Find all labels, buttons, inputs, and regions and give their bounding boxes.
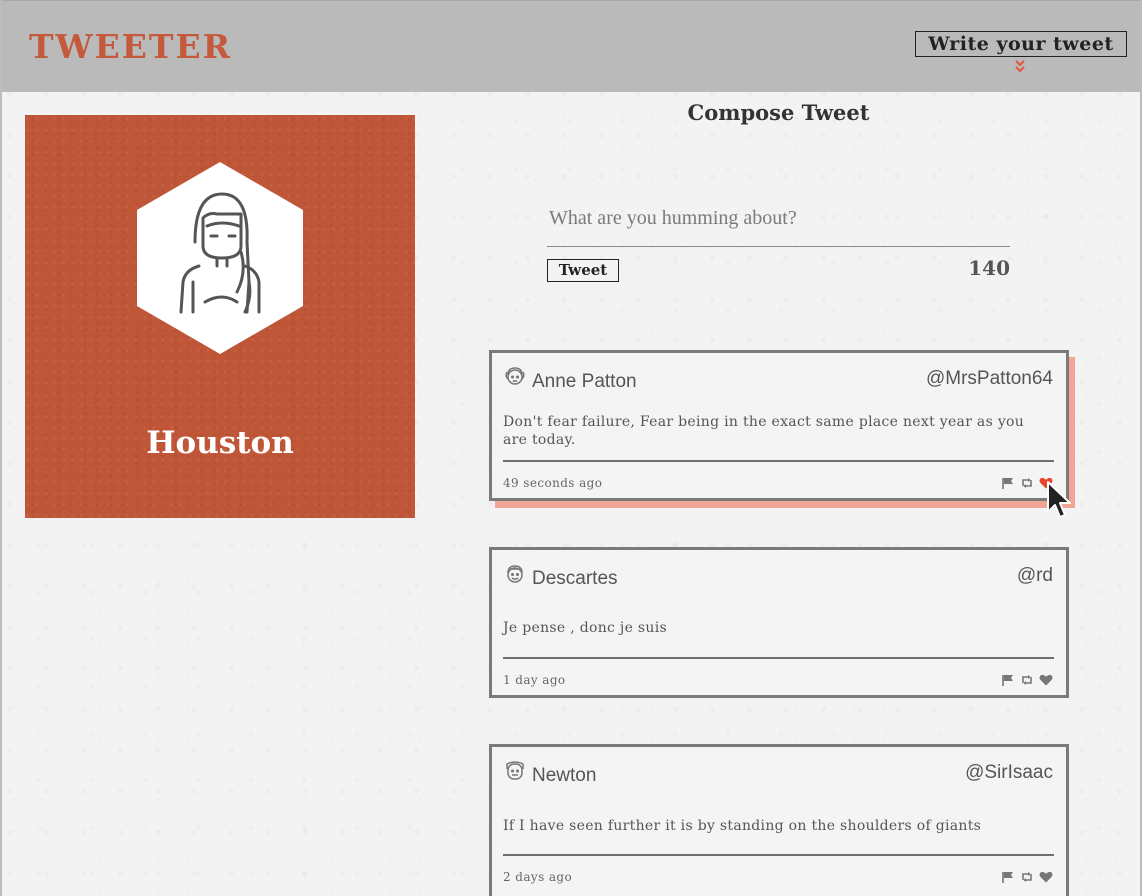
retweet-icon[interactable] — [1020, 477, 1034, 489]
tweet-timestamp: 2 days ago — [503, 870, 573, 884]
top-nav: TWEETER Write your tweet — [2, 0, 1140, 92]
woman-avatar-icon — [505, 367, 525, 385]
tweet-button[interactable]: Tweet — [547, 259, 619, 282]
girl-avatar-icon — [137, 162, 303, 354]
flag-icon[interactable] — [1001, 477, 1015, 489]
retweet-icon[interactable] — [1020, 674, 1034, 686]
flag-icon[interactable] — [1001, 871, 1015, 883]
tweet-divider — [503, 657, 1054, 659]
heart-icon[interactable] — [1039, 674, 1053, 686]
profile-card: Houston — [25, 115, 415, 518]
tweet-input[interactable] — [547, 185, 1010, 247]
man-avatar-icon — [507, 565, 523, 583]
logo[interactable]: TWEETER — [29, 27, 232, 66]
tweet-card: Newton @SirIsaac If I have seen further … — [489, 744, 1069, 896]
profile-name: Houston — [146, 425, 294, 461]
mouse-cursor-icon — [1047, 481, 1071, 518]
tweet-author-name: Newton — [532, 765, 597, 786]
tweet-divider — [503, 854, 1054, 856]
tweet-actions — [1001, 674, 1053, 686]
double-chevron-down-icon[interactable] — [1013, 59, 1027, 75]
tweet-text: Je pense , donc je suis — [503, 620, 667, 636]
retweet-icon[interactable] — [1020, 871, 1034, 883]
flag-icon[interactable] — [1001, 674, 1015, 686]
tweet-author-handle[interactable]: @SirIsaac — [965, 762, 1053, 784]
tweet-actions — [1001, 871, 1053, 883]
write-tweet-button[interactable]: Write your tweet — [915, 31, 1127, 57]
tweet-text: Don't fear failure, Fear being in the ex… — [503, 414, 1025, 448]
tweet-author-name: Descartes — [532, 568, 618, 589]
tweet-author-handle[interactable]: @rd — [1017, 565, 1053, 587]
tweet-text: If I have seen further it is by standing… — [503, 818, 982, 834]
tweet-timestamp: 49 seconds ago — [503, 476, 603, 490]
man-avatar-icon — [506, 761, 524, 780]
tweet-divider — [503, 460, 1054, 462]
tweet-card: Descartes @rd Je pense , donc je suis 1 … — [489, 547, 1069, 698]
tweet-card: Anne Patton @MrsPatton64 Don't fear fail… — [489, 350, 1069, 501]
compose-title: Compose Tweet — [687, 100, 870, 125]
heart-icon[interactable] — [1039, 871, 1053, 883]
character-counter: 140 — [968, 256, 1010, 280]
tweet-timestamp: 1 day ago — [503, 673, 566, 687]
tweet-author-handle[interactable]: @MrsPatton64 — [926, 368, 1053, 390]
tweet-author-name: Anne Patton — [532, 371, 637, 392]
